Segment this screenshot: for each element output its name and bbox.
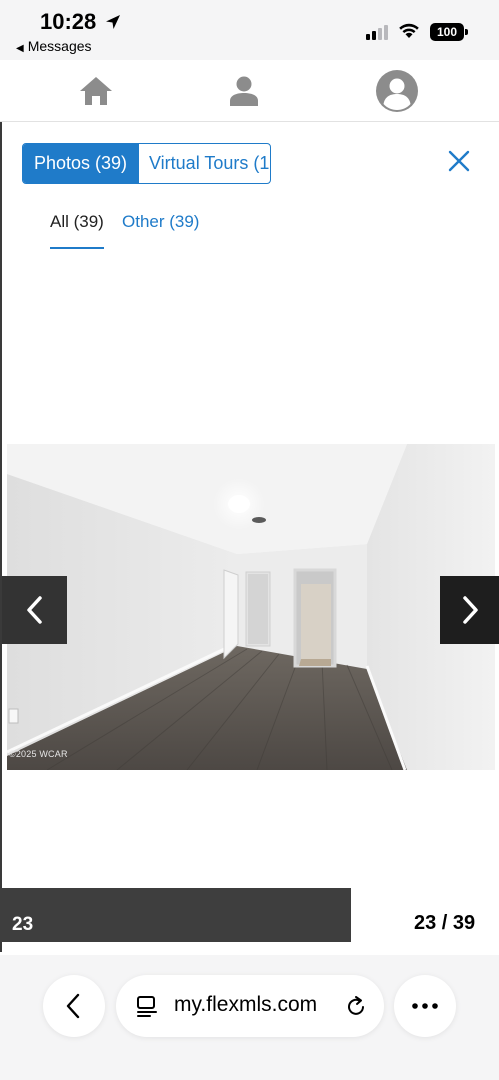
- chevron-left-icon: [26, 596, 42, 624]
- filter-all[interactable]: All (39): [50, 212, 104, 232]
- reload-icon[interactable]: [344, 994, 368, 1018]
- photo-watermark: ©2025 WCAR: [9, 749, 68, 759]
- status-time: 10:28: [40, 9, 97, 34]
- filter-other[interactable]: Other (39): [122, 212, 199, 232]
- chevron-right-icon: [462, 596, 478, 624]
- signal-icon: [366, 24, 390, 40]
- battery-icon: 100: [430, 23, 464, 41]
- avatar-icon[interactable]: [375, 69, 419, 113]
- listing-photo: [7, 444, 495, 770]
- location-arrow-icon: [106, 15, 120, 29]
- media-tabs: Photos (39) Virtual Tours (1: [22, 143, 271, 184]
- room-image: [7, 444, 495, 770]
- back-app-label: Messages: [27, 38, 92, 54]
- status-bar: 10:28 ◀ Messages 100: [0, 0, 499, 60]
- wifi-icon: [399, 23, 419, 38]
- home-icon[interactable]: [78, 74, 114, 108]
- address-bar[interactable]: my.flexmls.com: [116, 975, 384, 1037]
- photo-counter: 23 / 39: [414, 912, 476, 934]
- back-to-messages-link[interactable]: ◀ Messages: [16, 38, 92, 54]
- browser-back-button[interactable]: [43, 975, 105, 1037]
- filter-active-underline: [50, 247, 104, 249]
- more-options-button[interactable]: [394, 975, 456, 1037]
- back-triangle-icon: ◀: [16, 43, 24, 54]
- tab-photos[interactable]: Photos (39): [23, 144, 139, 183]
- page-menu-icon[interactable]: [136, 994, 158, 1018]
- tab-virtual-tours[interactable]: Virtual Tours (1: [139, 144, 270, 183]
- battery-cap: [465, 29, 468, 35]
- url-text: my.flexmls.com: [174, 993, 318, 1016]
- thumbnail-bar[interactable]: [0, 888, 351, 942]
- close-icon[interactable]: [446, 148, 472, 174]
- user-icon[interactable]: [226, 74, 262, 108]
- chevron-left-icon: [66, 993, 80, 1019]
- content-edge: [0, 122, 2, 952]
- thumbnail-number: 23: [12, 914, 34, 935]
- next-photo-button[interactable]: [440, 576, 499, 644]
- previous-photo-button[interactable]: [2, 576, 67, 644]
- more-icon: [412, 1003, 438, 1009]
- top-nav: [0, 60, 499, 122]
